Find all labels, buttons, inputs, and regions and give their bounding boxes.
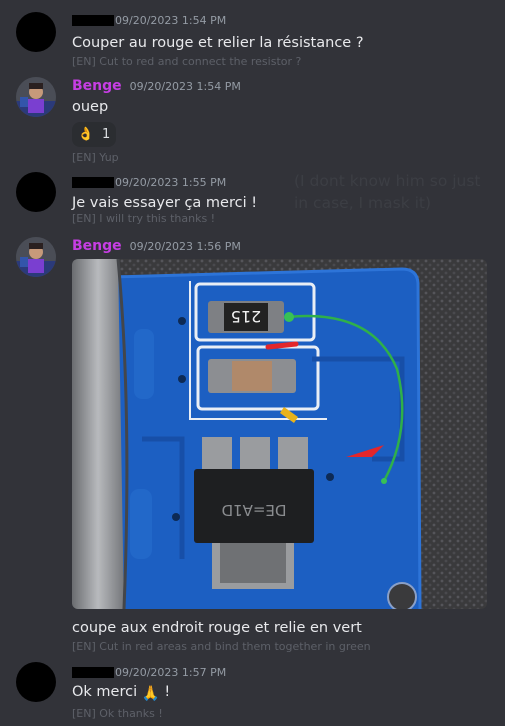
avatar[interactable]: [16, 77, 56, 117]
message-header: 09/20/2023 1:57 PM: [72, 663, 226, 681]
message-text: Je vais essayer ça merci !: [72, 195, 258, 211]
pcb-photo: 215 DE=A1D: [72, 259, 487, 609]
translation-text: [EN] Yup: [72, 151, 119, 164]
message-text-suffix: !: [159, 684, 171, 700]
ok-hand-icon: 👌: [77, 127, 94, 142]
redacted-username: [72, 14, 114, 26]
timestamp: 09/20/2023 1:57 PM: [115, 665, 227, 679]
overlay-note: (I dont know him so just in case, I mask…: [294, 172, 481, 212]
redacted-username: [72, 176, 114, 188]
timestamp: 09/20/2023 1:55 PM: [115, 175, 227, 189]
message-header: Benge 09/20/2023 1:56 PM: [72, 237, 241, 255]
translation-text: [EN] Cut to red and connect the resistor…: [72, 55, 302, 68]
message-text: coupe aux endroit rouge et relie en vert: [72, 620, 362, 636]
image-attachment[interactable]: 215 DE=A1D: [72, 259, 487, 609]
message-header: 09/20/2023 1:54 PM: [72, 11, 226, 29]
user-avatar-image: [16, 77, 56, 117]
message-header: 09/20/2023 1:55 PM: [72, 173, 226, 191]
reaction-count: 1: [101, 127, 111, 142]
timestamp: 09/20/2023 1:54 PM: [115, 13, 227, 27]
chip-label: DE=A1D: [222, 501, 287, 519]
timestamp: 09/20/2023 1:56 PM: [129, 239, 241, 253]
translation-text: [EN] Cut in red areas and bind them toge…: [72, 640, 371, 653]
message-text: Couper au rouge et relier la résistance …: [72, 35, 364, 51]
avatar[interactable]: [16, 172, 56, 212]
message-text: ouep: [72, 99, 109, 115]
message-text: Ok merci 🙏 !: [72, 684, 170, 702]
username[interactable]: Benge: [72, 78, 122, 94]
username[interactable]: Benge: [72, 238, 122, 254]
message-header: Benge 09/20/2023 1:54 PM: [72, 77, 241, 95]
folded-hands-icon: 🙏: [141, 686, 160, 702]
timestamp: 09/20/2023 1:54 PM: [129, 79, 241, 93]
translation-text: [EN] I will try this thanks !: [72, 212, 216, 225]
avatar[interactable]: [16, 12, 56, 52]
reaction-button[interactable]: 👌 1: [72, 122, 116, 147]
message-text-main: Ok merci: [72, 684, 138, 700]
avatar[interactable]: [16, 237, 56, 277]
redacted-username: [72, 666, 114, 678]
avatar[interactable]: [16, 662, 56, 702]
resistor-label: 215: [231, 307, 262, 326]
translation-text: [EN] Ok thanks !: [72, 707, 163, 720]
user-avatar-image: [16, 237, 56, 277]
